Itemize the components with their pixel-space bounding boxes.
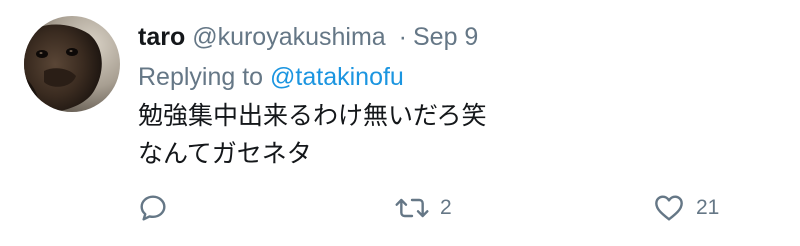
tweet-text: 勉強集中出来るわけ無いだろ笑 なんてガセネタ — [138, 97, 780, 173]
tweet-header: taro @kuroyakushima · Sep 9 — [138, 18, 780, 56]
avatar[interactable] — [24, 16, 120, 112]
separator-dot: · — [398, 23, 407, 51]
heart-icon — [655, 195, 683, 221]
user-handle[interactable]: @kuroyakushima — [192, 23, 386, 51]
reply-icon — [140, 195, 166, 221]
tweet-actions: 2 21 — [0, 190, 800, 230]
reply-button[interactable] — [137, 190, 169, 226]
reply-to-link[interactable]: @tatakinofu — [270, 63, 404, 91]
timestamp[interactable]: Sep 9 — [413, 23, 478, 51]
tweet: taro @kuroyakushima · Sep 9 Replying to @… — [0, 0, 800, 246]
retweet-button[interactable]: 2 — [394, 190, 452, 226]
reply-prefix: Replying to — [138, 63, 264, 91]
tweet-text-line: なんてガセネタ — [138, 139, 312, 168]
tweet-text-line: 勉強集中出来るわけ無いだろ笑 — [138, 101, 487, 130]
retweet-count: 2 — [440, 196, 452, 219]
dog-photo-icon — [24, 16, 120, 112]
tweet-content: taro @kuroyakushima · Sep 9 Replying to @… — [138, 18, 780, 173]
like-button[interactable]: 21 — [652, 190, 719, 226]
reply-context: Replying to @tatakinofu — [138, 58, 780, 96]
display-name[interactable]: taro — [138, 23, 185, 51]
retweet-icon — [395, 198, 429, 218]
like-count: 21 — [696, 196, 720, 219]
